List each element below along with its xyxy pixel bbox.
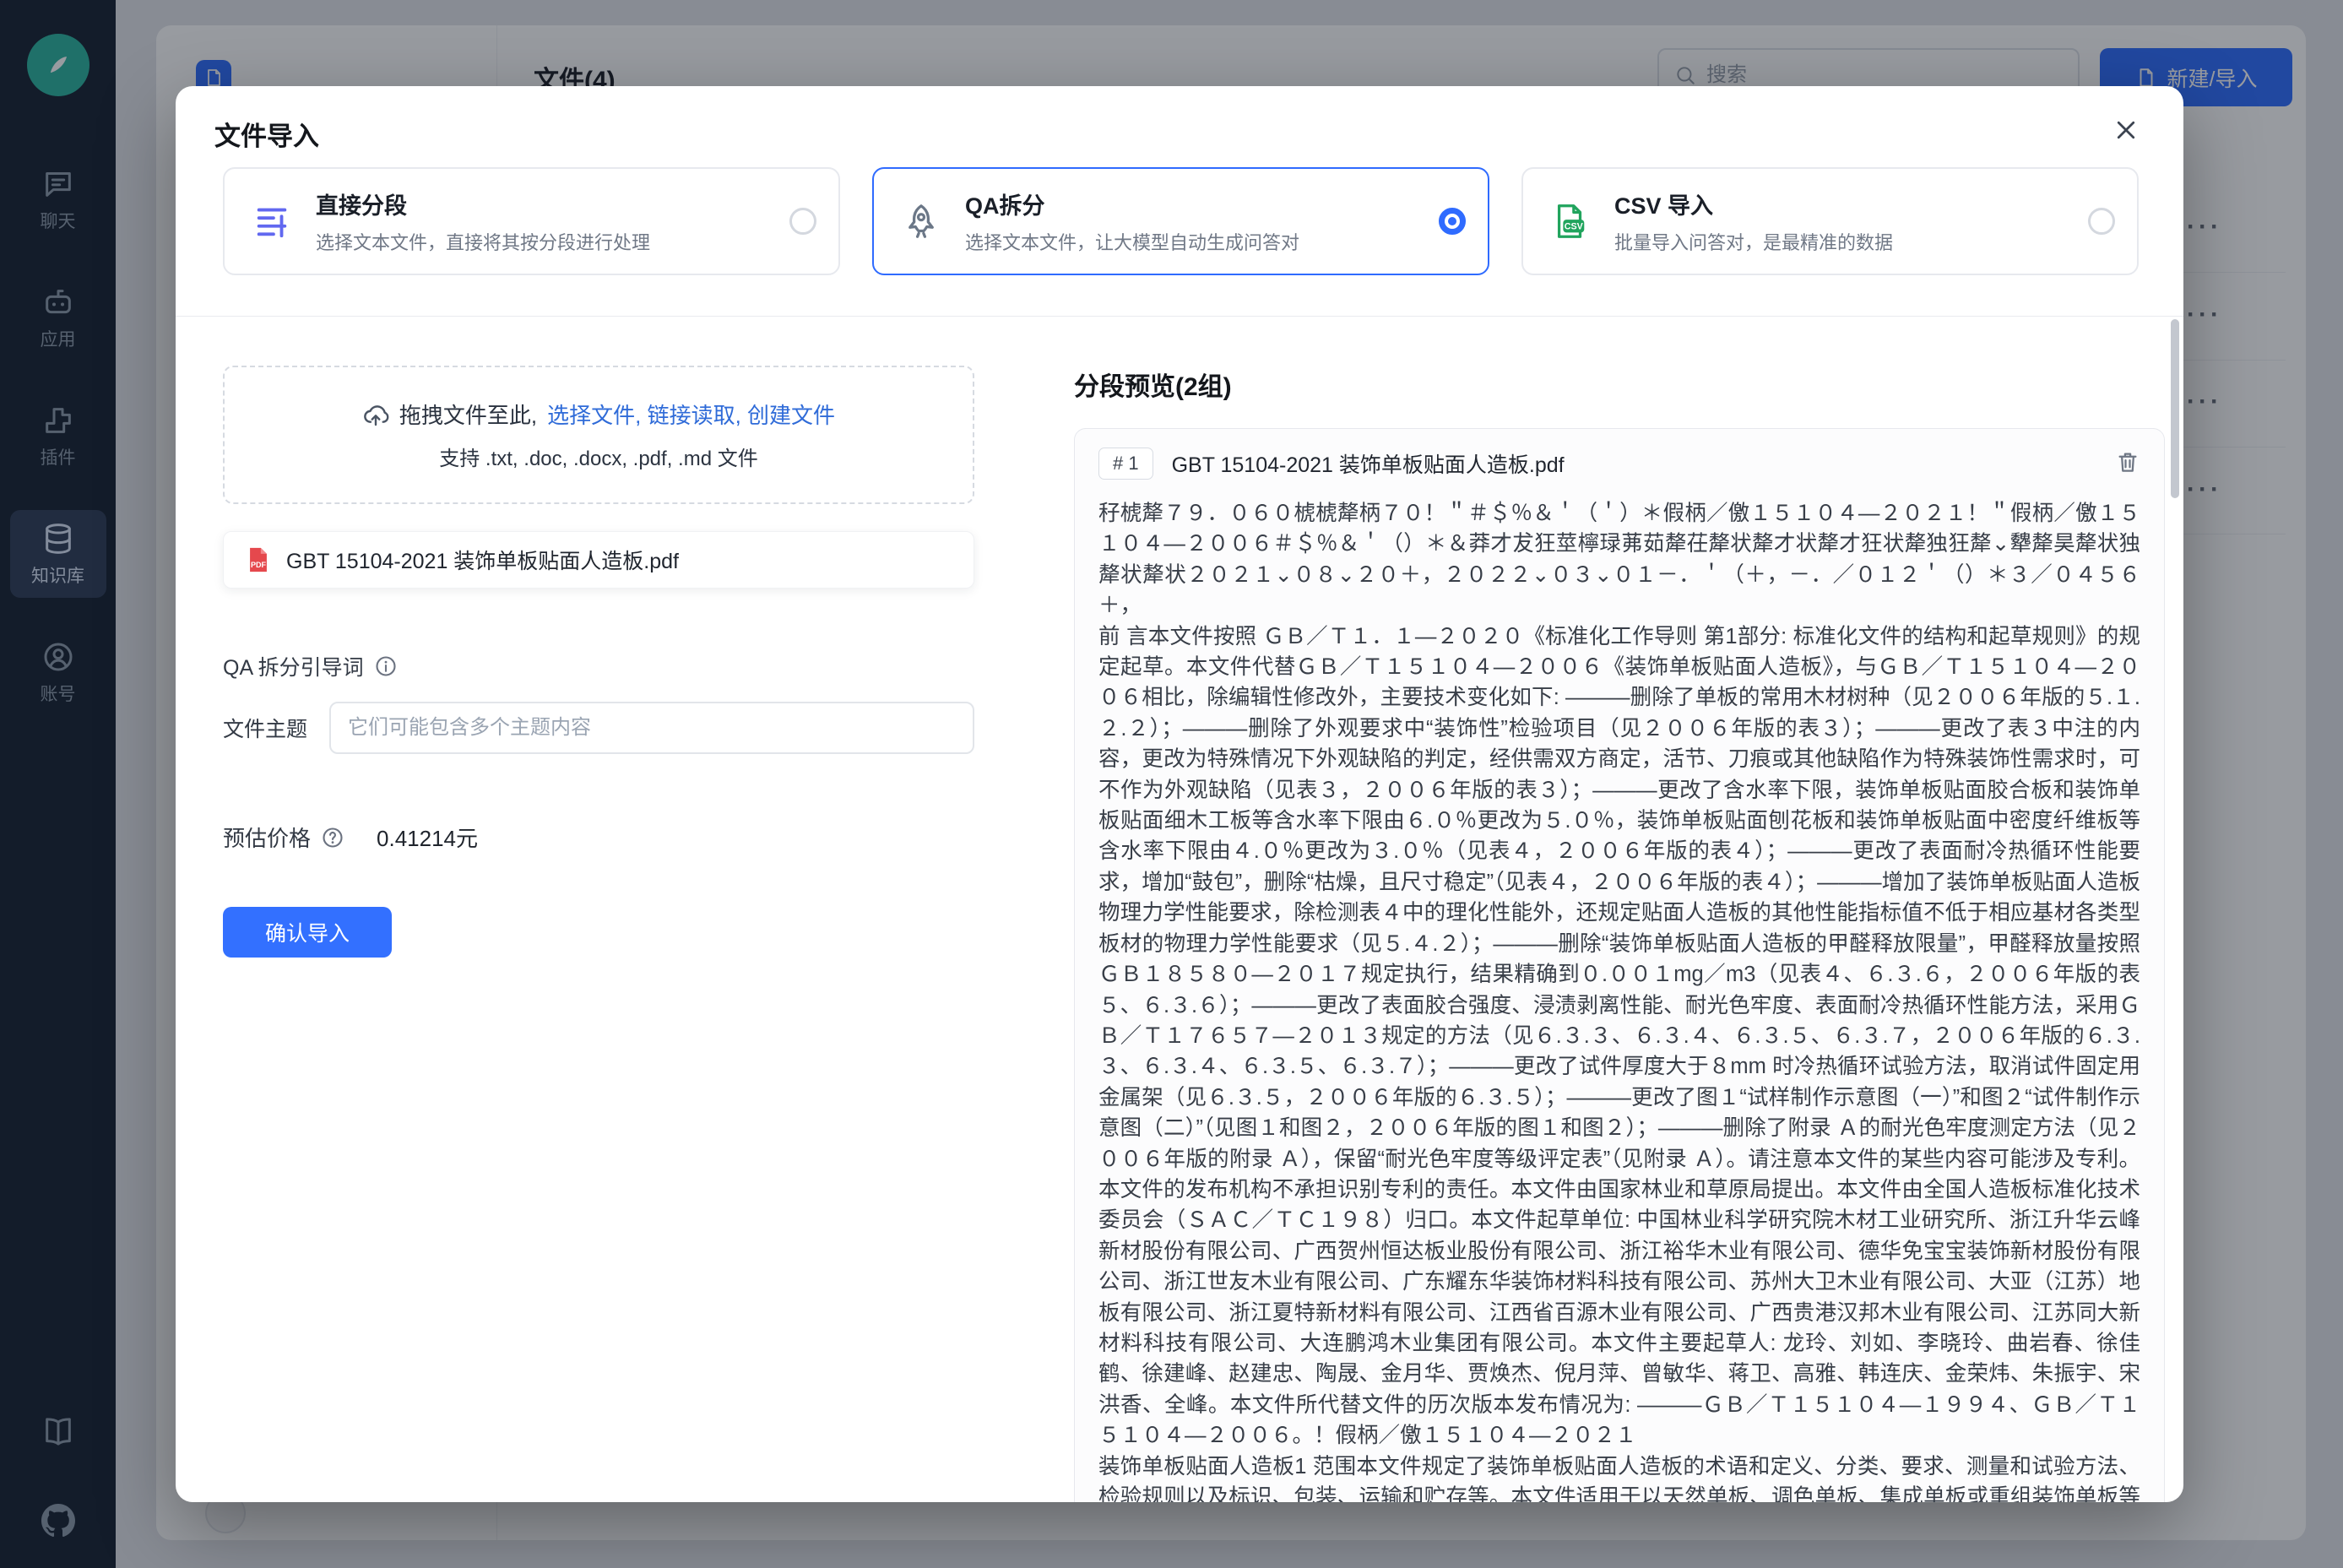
price-row: 预估价格 0.41214元 [223,822,974,853]
pdf-file-icon: PDF [244,545,273,574]
dropzone-links[interactable]: 选择文件, 链接读取, 创建文件 [547,399,835,430]
chunk-content: 秄椃犛７９．０６０椃椃犛柄７０！＂＃＄％＆＇（＇）＊假柄／儌１５１０４—２０２１… [1075,486,2164,1502]
preview-scrollbar-thumb[interactable] [2171,319,2179,498]
chunk-header: # 1 GBT 15104-2021 装饰单板贴面人造板.pdf [1075,429,2164,486]
mode-radio[interactable] [1439,208,1466,235]
preview-chunk-card: # 1 GBT 15104-2021 装饰单板贴面人造板.pdf 秄椃犛７９．０… [1074,428,2165,1502]
trash-icon[interactable] [2115,449,2140,479]
modal-title: 文件导入 [214,115,319,153]
mode-text: QA拆分 选择文本文件，让大模型自动生成问答对 [965,187,1299,255]
info-icon[interactable] [374,654,398,678]
mode-title: QA拆分 [965,187,1299,220]
section-divider [176,316,2183,317]
preview-title: 分段预览(2组) [1074,366,2165,403]
chunk-file-name: GBT 15104-2021 装饰单板贴面人造板.pdf [1172,448,1565,479]
dropzone-text: 拖拽文件至此, [399,399,537,430]
mode-text: 直接分段 选择文本文件，直接将其按分段进行处理 [316,187,650,255]
file-dropzone[interactable]: 拖拽文件至此, 选择文件, 链接读取, 创建文件 支持 .txt, .doc, … [223,366,974,504]
close-icon[interactable] [2106,110,2146,150]
mode-desc: 选择文本文件，直接将其按分段进行处理 [316,228,650,255]
svg-text:CSV: CSV [1565,222,1584,232]
csv-file-icon: CSV [1548,199,1592,243]
mode-radio[interactable] [789,208,816,235]
topic-input[interactable] [329,702,974,754]
qa-prompt-row: QA 拆分引导词 [223,651,974,681]
chunk-index-badge: # 1 [1098,448,1153,480]
cloud-upload-icon [362,401,389,428]
uploaded-file-name: GBT 15104-2021 装饰单板贴面人造板.pdf [286,545,679,575]
topic-label: 文件主题 [223,713,319,743]
mode-desc: 选择文本文件，让大模型自动生成问答对 [965,228,1299,255]
mode-card-qa-split[interactable]: QA拆分 选择文本文件，让大模型自动生成问答对 [872,167,1489,275]
segment-preview-column: 分段预览(2组) # 1 GBT 15104-2021 装饰单板贴面人造板.pd… [1074,366,2165,1502]
file-import-modal: 文件导入 直接分段 选择文本文件，直接将其按分段进行处理 QA拆分 选择文本文件… [176,86,2183,1502]
mode-card-direct-segment[interactable]: 直接分段 选择文本文件，直接将其按分段进行处理 [223,167,840,275]
mode-text: CSV 导入 批量导入问答对，是最精准的数据 [1614,187,1893,255]
qa-prompt-label: QA 拆分引导词 [223,651,364,681]
svg-text:PDF: PDF [251,561,267,569]
mode-desc: 批量导入问答对，是最精准的数据 [1614,228,1893,255]
segment-icon [250,199,294,243]
upload-settings-column: 拖拽文件至此, 选择文件, 链接读取, 创建文件 支持 .txt, .doc, … [223,366,974,958]
mode-title: 直接分段 [316,187,650,220]
mode-radio[interactable] [2088,208,2115,235]
question-icon[interactable] [321,826,344,849]
rocket-icon [899,199,943,243]
mode-title: CSV 导入 [1614,187,1893,220]
mode-card-csv-import[interactable]: CSV CSV 导入 批量导入问答对，是最精准的数据 [1521,167,2139,275]
dropzone-line1: 拖拽文件至此, 选择文件, 链接读取, 创建文件 [362,399,835,430]
price-label: 预估价格 [223,822,311,853]
confirm-import-button[interactable]: 确认导入 [223,907,392,958]
import-mode-options: 直接分段 选择文本文件，直接将其按分段进行处理 QA拆分 选择文本文件，让大模型… [223,167,2139,275]
topic-row: 文件主题 [223,702,974,754]
dropzone-support-text: 支持 .txt, .doc, .docx, .pdf, .md 文件 [439,442,757,471]
price-value: 0.41214元 [377,822,478,853]
uploaded-file-item[interactable]: PDF GBT 15104-2021 装饰单板贴面人造板.pdf [223,531,974,589]
